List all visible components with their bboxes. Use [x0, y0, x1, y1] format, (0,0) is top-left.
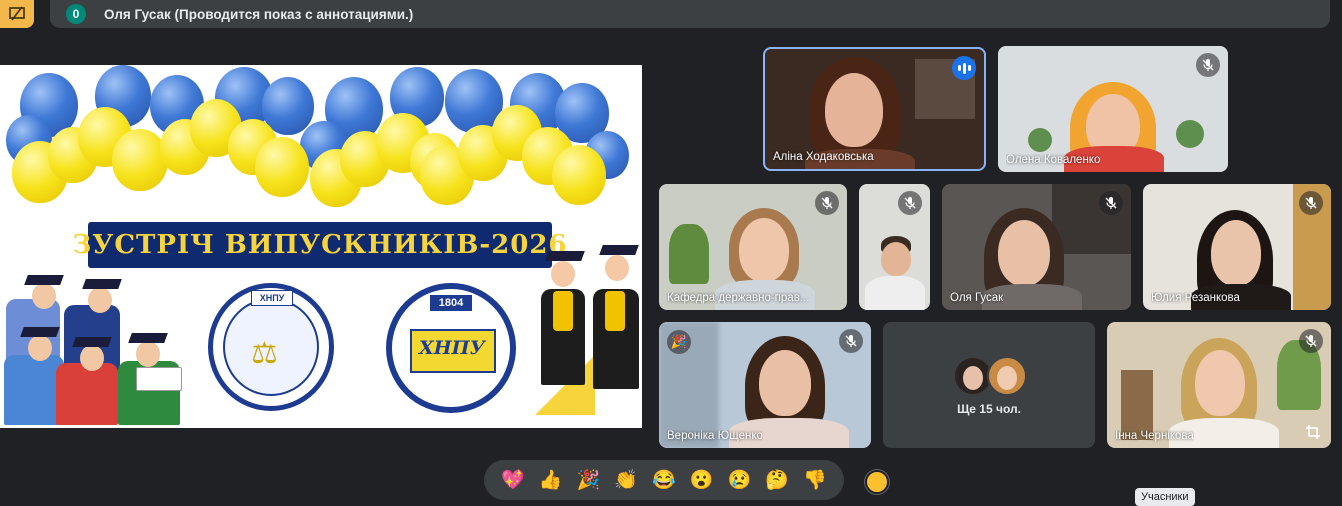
participant-tile[interactable] [859, 184, 930, 310]
presenting-toggle-button[interactable] [0, 0, 34, 28]
participants-tooltip: Учасники [1135, 488, 1195, 506]
presentation-slide: ЗУСТРІЧ ВИПУСКНИКІВ-2026 ХНПУ ⚖ 1804 ХНП… [0, 65, 642, 428]
participant-tile[interactable]: Оля Гусак [942, 184, 1131, 310]
balloon [112, 129, 168, 191]
crop-frame-icon[interactable] [1303, 422, 1323, 442]
speaking-indicator-icon [952, 56, 976, 80]
avatar [987, 356, 1027, 396]
balloon [255, 137, 309, 197]
mic-off-icon [1299, 191, 1323, 215]
participant-tile[interactable]: Інна Чернікова [1107, 322, 1331, 448]
seal-year: 1804 [430, 295, 472, 311]
participant-name: Аліна Ходаковська [773, 151, 874, 163]
participant-tile[interactable]: Олена Коваленко [998, 46, 1228, 172]
reaction-surprised[interactable]: 😮 [688, 468, 716, 492]
count-badge[interactable]: 0 [66, 4, 86, 24]
reactions-bar: 💖 👍 🎉 👏 😂 😮 😢 🤔 👎 [484, 460, 844, 500]
participant-name: Інна Чернікова [1115, 430, 1194, 442]
participant-name: Олена Коваленко [1006, 154, 1101, 166]
presenter-status-text: Оля Гусак (Проводится показ с аннотациям… [104, 6, 414, 22]
graduates-illustration-left [0, 245, 190, 425]
more-participants-label: Ще 15 чол. [957, 402, 1021, 416]
more-participants-tile[interactable]: Ще 15 чол. [883, 322, 1095, 448]
mic-off-icon [898, 191, 922, 215]
participant-tile[interactable]: Кафедра державно-прав... [659, 184, 847, 310]
participant-tile[interactable]: 🎉 Вероніка Ющенко [659, 322, 871, 448]
balloon [552, 145, 606, 205]
participant-name: Вероніка Ющенко [667, 430, 763, 442]
reaction-crying[interactable]: 😢 [725, 468, 753, 492]
reaction-thumbs-up[interactable]: 👍 [537, 468, 565, 492]
participant-name: Кафедра державно-прав... [667, 292, 810, 304]
presentation-banner: 0 Оля Гусак (Проводится показ с аннотаци… [50, 0, 1330, 28]
seal-left-code: ХНПУ [251, 290, 293, 306]
participant-name: Юлия Резанкова [1151, 292, 1240, 304]
skin-tone-picker-button[interactable] [865, 470, 889, 494]
participant-tile[interactable]: Юлия Резанкова [1143, 184, 1331, 310]
mic-off-icon [815, 191, 839, 215]
mic-off-icon [1299, 329, 1323, 353]
graduates-illustration-right [535, 243, 642, 428]
scales-icon: ⚖ [251, 337, 278, 370]
mic-off-icon [1196, 53, 1220, 77]
reaction-thinking[interactable]: 🤔 [763, 468, 791, 492]
seal-abbr: ХНПУ [418, 337, 486, 359]
mic-off-icon [839, 329, 863, 353]
reaction-thumbs-down[interactable]: 👎 [801, 468, 829, 492]
faculty-seal: ХНПУ ⚖ [208, 283, 334, 411]
reaction-sparkling-heart[interactable]: 💖 [499, 468, 527, 492]
mic-off-icon [1099, 191, 1123, 215]
reaction-clapping[interactable]: 👏 [612, 468, 640, 492]
presentation-cancel-icon [9, 6, 25, 21]
party-reaction-icon: 🎉 [667, 330, 691, 354]
reaction-party-popper[interactable]: 🎉 [574, 468, 602, 492]
reaction-joy[interactable]: 😂 [650, 468, 678, 492]
participant-tile[interactable]: Аліна Ходаковська [763, 47, 986, 171]
participant-name: Оля Гусак [950, 292, 1004, 304]
university-seal: 1804 ХНПУ [386, 283, 516, 413]
